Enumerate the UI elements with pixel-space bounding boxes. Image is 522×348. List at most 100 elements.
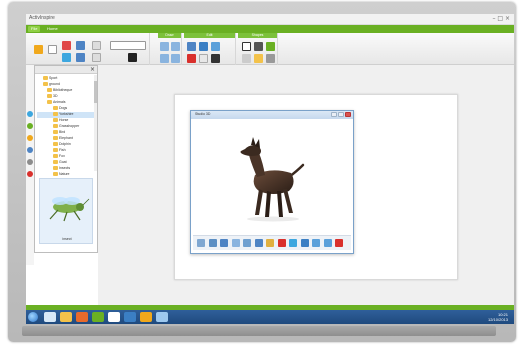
folder-icon <box>47 94 52 98</box>
viewer-3d-window[interactable]: Studio 3D <box>190 110 354 254</box>
chrome-task-icon[interactable] <box>108 312 120 322</box>
resource-preview[interactable]: insect <box>39 178 93 244</box>
stop-icon[interactable] <box>300 239 309 247</box>
font-size-icon[interactable] <box>92 53 101 62</box>
folder-icon <box>47 100 52 104</box>
zoom-icon[interactable] <box>171 54 180 63</box>
properties-icon[interactable] <box>27 147 33 153</box>
browser-header: × <box>35 66 97 74</box>
pointer-icon[interactable] <box>48 45 57 54</box>
ie-task-icon[interactable] <box>124 312 136 322</box>
left-toolbar <box>26 65 34 265</box>
undo-icon[interactable] <box>76 41 85 50</box>
start-button[interactable] <box>28 312 38 322</box>
select-icon[interactable] <box>197 239 205 247</box>
actions-icon[interactable] <box>27 159 33 165</box>
highlighter-icon[interactable] <box>62 53 71 62</box>
close-icon[interactable] <box>335 239 343 247</box>
resources-icon[interactable] <box>27 123 33 129</box>
font-icon[interactable] <box>92 41 101 50</box>
redo-icon[interactable] <box>76 53 85 62</box>
paint-icon[interactable] <box>266 239 274 247</box>
inspire-task-icon[interactable] <box>92 312 104 322</box>
model-view[interactable] <box>193 121 351 233</box>
camera-icon[interactable] <box>211 54 220 63</box>
tree-item-label: Bird <box>59 130 66 134</box>
fill-icon[interactable] <box>254 54 263 63</box>
tree-item-label: Animals <box>53 100 66 104</box>
tree-item-label: Grasshopper <box>59 124 80 128</box>
app-titlebar: ActivInspire – □ × <box>26 14 514 25</box>
zoom-out-icon[interactable] <box>323 239 332 247</box>
window-controls[interactable]: – □ × <box>492 15 510 22</box>
move-icon[interactable] <box>208 239 217 247</box>
font-select[interactable] <box>110 41 146 50</box>
picture-icon[interactable] <box>211 42 220 51</box>
folder-icon <box>53 148 58 152</box>
tab-home[interactable]: Home <box>44 26 61 32</box>
browser-icon[interactable] <box>27 111 33 117</box>
play-icon[interactable] <box>289 239 297 247</box>
settings-icon[interactable] <box>266 54 275 63</box>
tree-item-label: Horse <box>59 118 69 122</box>
folder-icon <box>53 130 58 134</box>
cut-icon[interactable] <box>160 42 169 51</box>
color-icon[interactable] <box>277 239 286 247</box>
tab-file[interactable]: File <box>28 26 41 32</box>
app-title: ActivInspire <box>29 15 55 21</box>
viewer-toolbar <box>193 235 351 250</box>
viewer-title: Studio 3D <box>195 112 211 116</box>
projected-screen: ActivInspire – □ × File Home Draw Edit S… <box>26 14 514 324</box>
folder-icon <box>43 76 48 80</box>
folder-icon <box>47 88 52 92</box>
viewer-titlebar[interactable]: Studio 3D <box>191 111 353 119</box>
folder-task-icon[interactable] <box>60 312 72 322</box>
voting-icon[interactable] <box>27 171 33 177</box>
folder-icon[interactable] <box>34 45 43 54</box>
firefox-task-icon[interactable] <box>140 312 152 322</box>
scroll-thumb[interactable] <box>94 81 97 103</box>
shape-icon[interactable] <box>266 42 275 51</box>
save-icon[interactable] <box>254 239 263 247</box>
texture-icon[interactable] <box>243 239 251 247</box>
close-icon[interactable]: × <box>90 66 95 73</box>
tree-scrollbar[interactable] <box>94 75 97 171</box>
folder-icon <box>53 166 58 170</box>
search-icon[interactable] <box>171 42 180 51</box>
minimize-icon[interactable] <box>331 112 337 117</box>
pen-tray <box>22 326 496 336</box>
media-task-icon[interactable] <box>76 312 88 322</box>
bold-icon[interactable] <box>128 53 137 62</box>
close-icon[interactable] <box>345 112 351 117</box>
copy-icon[interactable] <box>160 54 169 63</box>
tree-item-label: Dolphin <box>59 142 71 146</box>
tree-item-label: Fox <box>59 154 65 158</box>
notes-icon[interactable] <box>27 135 33 141</box>
tree-item-label: 3D <box>53 94 58 98</box>
dog-model[interactable] <box>193 121 351 233</box>
ribbon-group-edit: Edit <box>184 33 236 65</box>
window-task-icon[interactable] <box>156 312 168 322</box>
tree-item-label: Insects <box>59 166 71 170</box>
rotate-icon[interactable] <box>220 239 228 247</box>
line-icon[interactable] <box>242 54 251 63</box>
explorer-task-icon[interactable] <box>44 312 56 322</box>
scale-icon[interactable] <box>231 239 240 247</box>
folder-icon <box>53 112 58 116</box>
page-icon[interactable] <box>199 54 208 63</box>
folder-icon <box>43 82 48 86</box>
zoom-in-icon[interactable] <box>312 239 320 247</box>
folder-icon <box>53 142 58 146</box>
pdf-icon[interactable] <box>187 54 196 63</box>
maximize-icon[interactable] <box>338 112 344 117</box>
link-icon[interactable] <box>187 42 196 51</box>
tree-item-label: Sport <box>49 76 58 80</box>
system-clock[interactable]: 10:21 12/10/2013 <box>488 312 508 322</box>
triangle-icon[interactable] <box>242 42 251 51</box>
taskbar: 10:21 12/10/2013 <box>26 310 514 324</box>
media-icon[interactable] <box>199 42 208 51</box>
pentagon-icon[interactable] <box>254 42 263 51</box>
pen-icon[interactable] <box>62 41 71 50</box>
folder-icon <box>53 136 58 140</box>
ribbon-group-select <box>30 33 150 65</box>
